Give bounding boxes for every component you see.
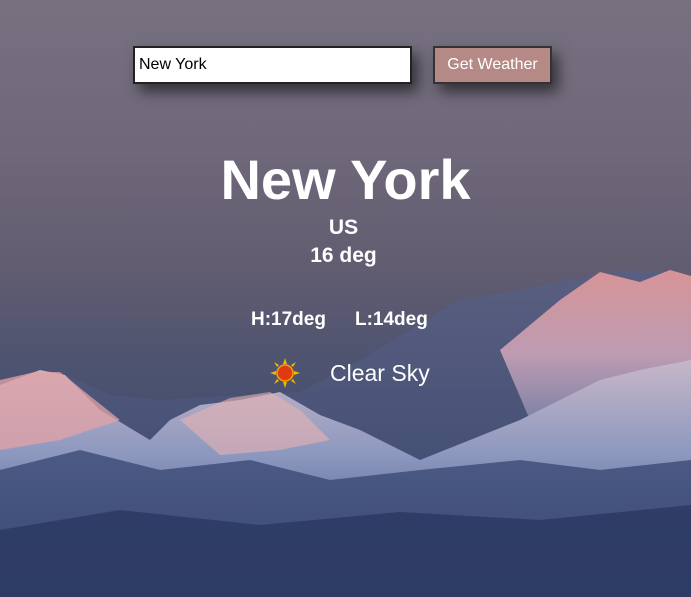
- get-weather-button[interactable]: Get Weather: [433, 46, 552, 84]
- high-temperature: H:17deg: [251, 309, 326, 330]
- country-code: US: [328, 216, 359, 239]
- mountain-background: [0, 270, 691, 597]
- high-low-temperature: H:17deg L:14deg: [251, 309, 428, 331]
- weather-condition: Clear Sky: [270, 358, 430, 388]
- city-search-input[interactable]: [133, 46, 412, 84]
- search-bar: Get Weather: [133, 46, 552, 84]
- low-temperature: L:14deg: [354, 309, 428, 330]
- condition-text: Clear Sky: [330, 359, 430, 386]
- city-name: New York: [220, 148, 471, 211]
- sun-icon: [270, 358, 300, 388]
- current-temperature: 16 deg: [310, 244, 377, 267]
